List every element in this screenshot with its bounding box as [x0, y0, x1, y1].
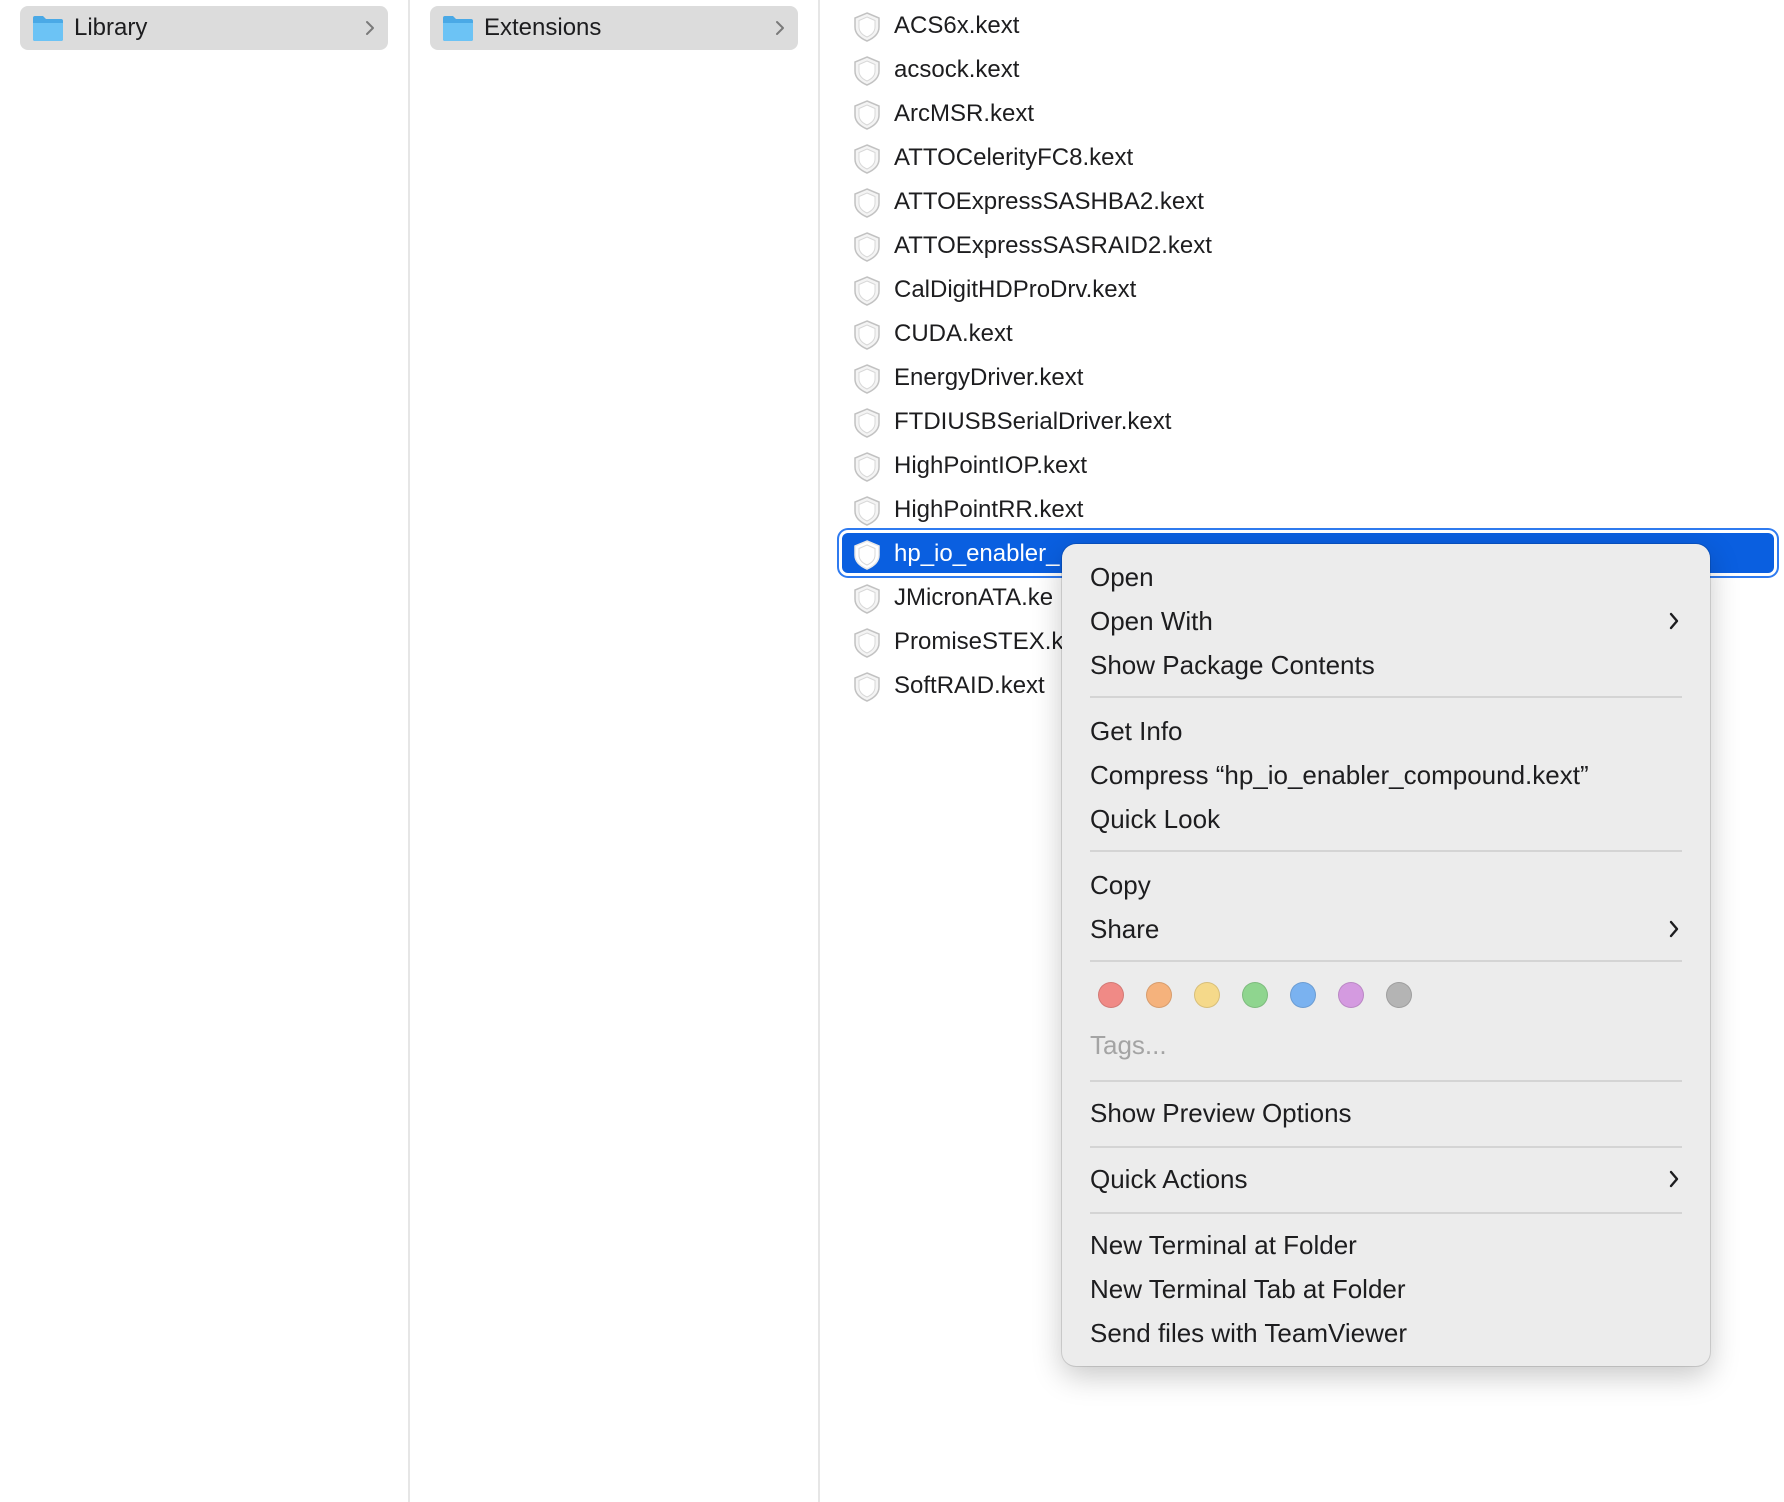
menu-item-label: Quick Actions — [1090, 1164, 1248, 1194]
menu-separator — [1090, 696, 1682, 698]
menu-item-quick-actions[interactable]: Quick Actions — [1090, 1158, 1682, 1200]
kext-bundle-icon — [854, 188, 880, 218]
menu-item-compress[interactable]: Compress “hp_io_enabler_compound.kext” — [1090, 754, 1682, 796]
file-name: PromiseSTEX.k — [894, 628, 1064, 655]
menu-item-show-package-contents[interactable]: Show Package Contents — [1090, 644, 1682, 686]
menu-item-label: Open With — [1090, 606, 1213, 636]
file-name: HighPointIOP.kext — [894, 452, 1087, 479]
menu-item-new-terminal-at-folder[interactable]: New Terminal at Folder — [1090, 1224, 1682, 1266]
tag-purple[interactable] — [1338, 982, 1364, 1008]
kext-bundle-icon — [854, 144, 880, 174]
chevron-right-icon — [1669, 1170, 1679, 1188]
menu-item-send-files-teamviewer[interactable]: Send files with TeamViewer — [1090, 1312, 1682, 1354]
folder-row-extensions[interactable]: Extensions — [430, 6, 798, 50]
folder-label: Extensions — [484, 14, 602, 41]
file-name: acsock.kext — [894, 56, 1020, 83]
menu-item-show-preview-options[interactable]: Show Preview Options — [1090, 1092, 1682, 1134]
menu-separator — [1090, 1080, 1682, 1082]
menu-separator — [1090, 1212, 1682, 1214]
kext-bundle-icon — [854, 56, 880, 86]
file-name: ATTOExpressSASRAID2.kext — [894, 232, 1212, 259]
file-row[interactable]: ACS6x.kext — [820, 4, 1784, 48]
file-row[interactable]: HighPointIOP.kext — [820, 444, 1784, 488]
menu-separator — [1090, 850, 1682, 852]
kext-bundle-icon — [854, 276, 880, 306]
file-name: JMicronATA.ke — [894, 584, 1054, 611]
file-name: CUDA.kext — [894, 320, 1013, 347]
file-name: ArcMSR.kext — [894, 100, 1035, 127]
kext-bundle-icon — [854, 100, 880, 130]
folder-icon — [443, 16, 473, 41]
kext-bundle-icon — [854, 12, 880, 42]
folder-icon — [33, 16, 63, 41]
menu-item-get-info[interactable]: Get Info — [1090, 710, 1682, 752]
column-library: Library — [0, 0, 410, 1502]
file-name: CalDigitHDProDrv.kext — [894, 276, 1137, 303]
file-row[interactable]: FTDIUSBSerialDriver.kext — [820, 400, 1784, 444]
menu-item-open-with[interactable]: Open With — [1090, 600, 1682, 642]
tag-blue[interactable] — [1290, 982, 1316, 1008]
kext-bundle-icon — [854, 540, 880, 570]
tag-gray[interactable] — [1386, 982, 1412, 1008]
column-extensions: Extensions — [410, 0, 820, 1502]
menu-item-share[interactable]: Share — [1090, 908, 1682, 950]
file-row[interactable]: EnergyDriver.kext — [820, 356, 1784, 400]
chevron-right-icon — [1669, 920, 1679, 938]
file-name: HighPointRR.kext — [894, 496, 1084, 523]
file-row[interactable]: CUDA.kext — [820, 312, 1784, 356]
kext-bundle-icon — [854, 408, 880, 438]
file-row[interactable]: ATTOExpressSASHBA2.kext — [820, 180, 1784, 224]
kext-bundle-icon — [854, 496, 880, 526]
menu-separator — [1090, 1146, 1682, 1148]
kext-bundle-icon — [854, 232, 880, 262]
kext-bundle-icon — [854, 364, 880, 394]
file-row[interactable]: CalDigitHDProDrv.kext — [820, 268, 1784, 312]
file-row[interactable]: ATTOCelerityFC8.kext — [820, 136, 1784, 180]
file-name: ACS6x.kext — [894, 12, 1020, 39]
file-name: ATTOCelerityFC8.kext — [894, 144, 1134, 171]
folder-row-library[interactable]: Library — [20, 6, 388, 50]
file-name: FTDIUSBSerialDriver.kext — [894, 408, 1172, 435]
file-name: ATTOExpressSASHBA2.kext — [894, 188, 1204, 215]
menu-separator — [1090, 960, 1682, 962]
file-name: hp_io_enabler_ — [894, 540, 1060, 567]
file-name: SoftRAID.kext — [894, 672, 1045, 699]
kext-bundle-icon — [854, 452, 880, 482]
context-menu: Open Open With Show Package Contents Get… — [1062, 544, 1710, 1366]
kext-bundle-icon — [854, 672, 880, 702]
kext-bundle-icon — [854, 584, 880, 614]
menu-item-label: Share — [1090, 914, 1160, 944]
tag-red[interactable] — [1098, 982, 1124, 1008]
kext-bundle-icon — [854, 320, 880, 350]
file-row[interactable]: acsock.kext — [820, 48, 1784, 92]
folder-label: Library — [74, 14, 148, 41]
file-row[interactable]: HighPointRR.kext — [820, 488, 1784, 532]
menu-item-copy[interactable]: Copy — [1090, 864, 1682, 906]
chevron-right-icon — [1669, 612, 1679, 630]
tag-orange[interactable] — [1146, 982, 1172, 1008]
file-row[interactable]: ArcMSR.kext — [820, 92, 1784, 136]
menu-item-open[interactable]: Open — [1090, 556, 1682, 598]
tags-item[interactable]: Tags... — [1090, 1024, 1167, 1066]
chevron-right-icon — [366, 21, 374, 35]
file-row[interactable]: ATTOExpressSASRAID2.kext — [820, 224, 1784, 268]
menu-item-quick-look[interactable]: Quick Look — [1090, 798, 1682, 840]
menu-item-new-terminal-tab-at-folder[interactable]: New Terminal Tab at Folder — [1090, 1268, 1682, 1310]
chevron-right-icon — [776, 21, 784, 35]
tag-green[interactable] — [1242, 982, 1268, 1008]
file-name: EnergyDriver.kext — [894, 364, 1084, 391]
kext-bundle-icon — [854, 628, 880, 658]
tag-yellow[interactable] — [1194, 982, 1220, 1008]
